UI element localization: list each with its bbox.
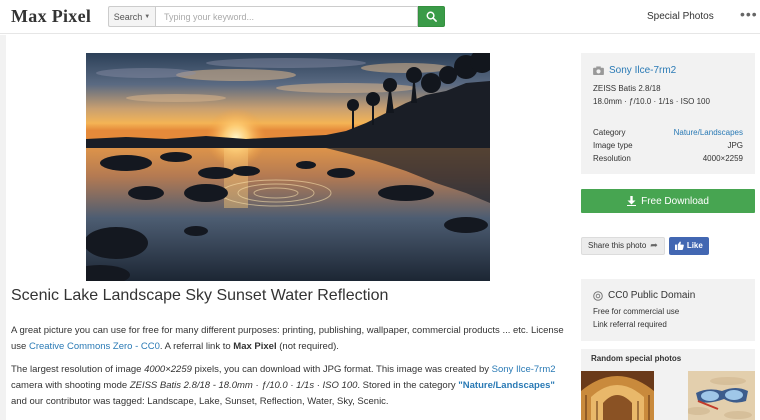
- meta-label: Resolution: [593, 154, 631, 163]
- desc-text: (not required).: [276, 341, 339, 352]
- download-label: Free Download: [641, 195, 709, 207]
- desc-text: and our contributor was tagged: Landscap…: [11, 396, 389, 407]
- site-name-bold: Max Pixel: [233, 341, 277, 352]
- description-paragraph-1: A great picture you can use for free for…: [11, 323, 566, 355]
- camera-icon: [593, 66, 604, 75]
- lens-text: ZEISS Batis 2.8/18: [593, 84, 661, 93]
- meta-value: JPG: [727, 141, 743, 150]
- search-category-label: Search: [113, 11, 143, 22]
- photo-title: Scenic Lake Landscape Sky Sunset Water R…: [11, 287, 389, 304]
- exposure-text: 18.0mm · ƒ/10.0 · 1/1s · ISO 100: [593, 97, 710, 106]
- share-arrow-icon: ➦: [650, 240, 658, 250]
- main-photo[interactable]: [86, 53, 490, 281]
- license-box: CC0 Public Domain Free for commercial us…: [581, 279, 755, 341]
- category-link[interactable]: "Nature/Landscapes": [458, 380, 555, 391]
- license-referral-text: Link referral required: [593, 320, 667, 329]
- meta-row-resolution: Resolution 4000×2259: [593, 154, 743, 163]
- resolution-text: 4000×2259: [144, 364, 192, 375]
- thumbs-up-icon: [674, 241, 684, 250]
- search-icon: [426, 11, 437, 22]
- license-link[interactable]: Creative Commons Zero - CC0: [29, 341, 160, 352]
- share-button[interactable]: Share this photo ➦: [581, 236, 665, 255]
- download-icon: [627, 196, 637, 206]
- desc-text: pixels, you can download with JPG format…: [191, 364, 492, 375]
- facebook-like-button[interactable]: Like: [668, 236, 709, 255]
- desc-text: camera with shooting mode: [11, 380, 130, 391]
- desc-text: The largest resolution of image: [11, 364, 145, 375]
- description-paragraph-2: The largest resolution of image 4000×225…: [11, 362, 566, 410]
- site-logo[interactable]: Max Pixel: [11, 6, 91, 27]
- random-photos-box: Random special photos: [581, 349, 755, 420]
- license-title: CC0 Public Domain: [593, 290, 695, 301]
- share-row: Share this photo ➦ Like: [581, 236, 709, 255]
- random-photo-thumbnail[interactable]: [581, 371, 654, 420]
- free-download-button[interactable]: Free Download: [581, 189, 755, 213]
- camera-info-box: Sony Ilce-7rm2 ZEISS Batis 2.8/18 18.0mm…: [581, 53, 755, 174]
- meta-label: Category: [593, 128, 626, 137]
- more-dots-icon[interactable]: •••: [740, 7, 758, 21]
- search-button[interactable]: [418, 6, 445, 27]
- camera-link[interactable]: Sony Ilce-7rm2: [492, 364, 556, 375]
- camera-title[interactable]: Sony Ilce-7rm2: [593, 65, 676, 76]
- meta-value: 4000×2259: [702, 154, 743, 163]
- meta-label: Image type: [593, 141, 633, 150]
- random-photo-thumbnail[interactable]: [688, 371, 755, 420]
- caret-down-icon: ▼: [144, 13, 151, 20]
- meta-row-category: Category Nature/Landscapes: [593, 128, 743, 137]
- desc-text: . A referral link to: [159, 341, 234, 352]
- category-value-link[interactable]: Nature/Landscapes: [674, 128, 743, 137]
- camera-model-link[interactable]: Sony Ilce-7rm2: [609, 65, 676, 76]
- random-photos-title: Random special photos: [591, 354, 682, 363]
- license-title-text: CC0 Public Domain: [608, 290, 696, 301]
- desc-text: . Stored in the category: [357, 380, 459, 391]
- special-photos-link[interactable]: Special Photos: [647, 11, 714, 22]
- cc-icon: [593, 290, 603, 301]
- search-input[interactable]: [155, 6, 418, 27]
- top-header: Max Pixel Search ▼ Special Photos •••: [0, 0, 760, 34]
- search-category-select[interactable]: Search ▼: [108, 6, 155, 27]
- license-commercial-text: Free for commercial use: [593, 307, 680, 316]
- left-margin-strip: [0, 35, 6, 420]
- meta-row-image-type: Image type JPG: [593, 141, 743, 150]
- share-label: Share this photo: [588, 241, 647, 250]
- shooting-mode-text: ZEISS Batis 2.8/18 - 18.0mm · ƒ/10.0 · 1…: [129, 380, 358, 391]
- like-label: Like: [686, 241, 703, 250]
- search-bar: Search ▼: [108, 6, 445, 27]
